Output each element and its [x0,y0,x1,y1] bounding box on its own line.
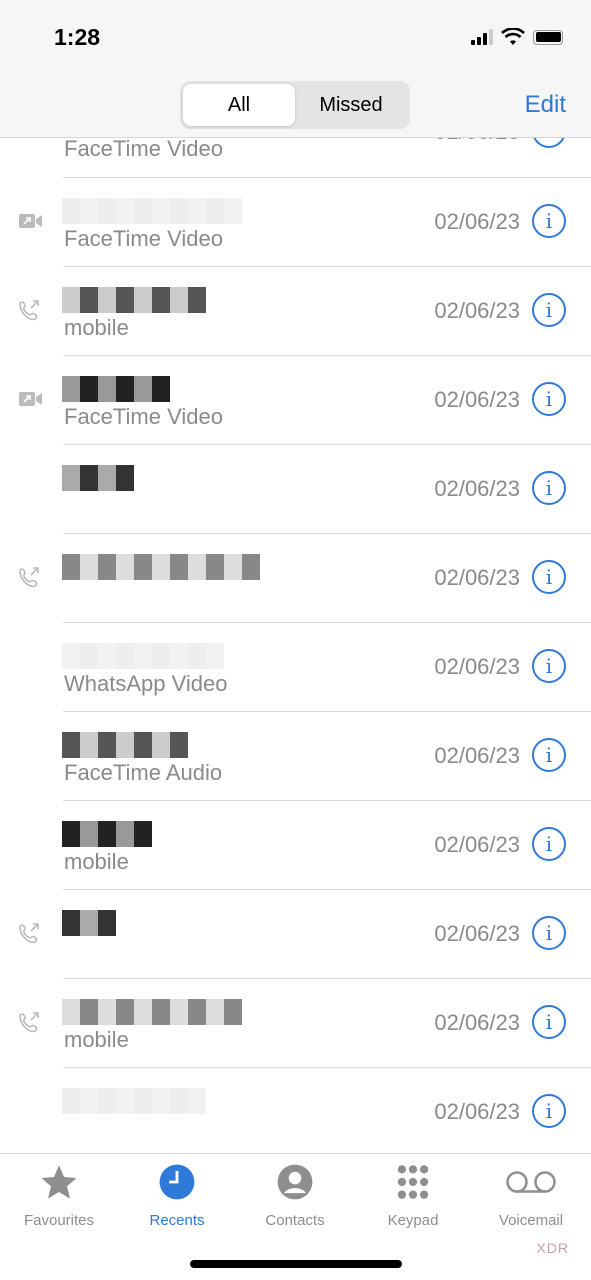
tab-label: Keypad [387,1212,439,1229]
info-button[interactable]: i [532,827,566,861]
call-type: mobile [64,849,129,874]
header: 1:28 All Missed Edit [0,0,591,138]
phone-outgoing-icon [19,300,39,321]
call-date: 02/06/23 [434,476,520,501]
info-button[interactable]: i [532,382,566,416]
contact-name-redacted [62,198,242,224]
call-date: 02/06/23 [434,832,520,857]
tab-label: Voicemail [498,1212,564,1229]
call-row[interactable]: WhatsApp Video 02/06/23 i [0,623,591,712]
call-row[interactable]: 02/06/23 i [0,534,591,623]
contact-name-redacted [62,1088,206,1114]
video-outgoing-icon [19,214,42,228]
tab-contacts[interactable]: Contacts [236,1162,354,1229]
info-button[interactable]: i [532,471,566,505]
phone-outgoing-icon [19,567,39,588]
tab-voicemail[interactable]: Voicemail [472,1162,590,1229]
call-date: 02/06/23 [434,654,520,679]
voicemail-icon [506,1171,556,1193]
info-button[interactable]: i [532,1094,566,1128]
call-row[interactable]: mobile 02/06/23 i [0,979,591,1068]
star-icon [41,1165,77,1199]
tab-label: Favourites [23,1212,95,1229]
info-button[interactable]: i [532,738,566,772]
call-type: mobile [64,315,129,340]
segment-all[interactable]: All [183,84,295,126]
call-date: 02/06/23 [434,565,520,590]
tab-favourites[interactable]: Favourites [0,1162,118,1229]
phone-outgoing-icon [19,1012,39,1033]
status-time: 1:28 [54,24,101,50]
contact-name-redacted [62,999,242,1025]
call-row[interactable]: 02/06/23 i [0,445,591,534]
call-type: FaceTime Audio [64,760,223,785]
status-icons [471,28,563,46]
call-type: FaceTime Video [64,226,223,251]
info-button[interactable]: i [532,204,566,238]
tab-keypad[interactable]: Keypad [354,1162,472,1229]
watermark-logo: XDR [536,1240,569,1256]
home-indicator[interactable] [190,1260,402,1268]
call-row[interactable]: mobile 02/06/23 i [0,267,591,356]
call-row[interactable]: mobile 02/06/23 i [0,801,591,890]
call-type: mobile [64,1027,129,1052]
filter-segmented-control[interactable]: All Missed [180,81,410,129]
wifi-icon [501,28,525,45]
info-button[interactable]: i [532,560,566,594]
video-outgoing-icon [19,392,42,406]
call-row[interactable]: 02/06/23 i [0,890,591,979]
recents-list[interactable]: FaceTime Video 02/06/23 i FaceTime Video 02/… [0,88,591,1157]
call-row[interactable]: FaceTime Video 02/06/23 i [0,356,591,445]
call-row[interactable]: 02/06/23 i [0,1068,591,1157]
segment-missed[interactable]: Missed [295,84,407,126]
keypad-icon [397,1165,429,1199]
call-type: FaceTime Video [64,136,223,161]
call-date: 02/06/23 [434,209,520,234]
contact-name-redacted [62,821,152,847]
contact-name-redacted [62,465,134,491]
signal-icon [471,29,493,45]
info-button[interactable]: i [532,293,566,327]
call-date: 02/06/23 [434,743,520,768]
tab-label: Contacts [265,1212,325,1229]
call-type: FaceTime Video [64,404,223,429]
info-button[interactable]: i [532,916,566,950]
call-date: 02/06/23 [434,1099,520,1124]
contact-name-redacted [62,732,188,758]
contact-name-redacted [62,554,260,580]
call-row[interactable]: FaceTime Video 02/06/23 i [0,178,591,267]
contact-name-redacted [62,287,206,313]
call-date: 02/06/23 [434,298,520,323]
tab-recents[interactable]: Recents [118,1162,236,1229]
contact-name-redacted [62,643,224,669]
call-type: WhatsApp Video [64,671,228,696]
call-date: 02/06/23 [434,921,520,946]
contact-name-redacted [62,376,170,402]
call-date: 02/06/23 [434,387,520,412]
clock-icon [159,1164,195,1200]
phone-outgoing-icon [19,923,39,944]
call-row[interactable]: FaceTime Audio 02/06/23 i [0,712,591,801]
info-button[interactable]: i [532,1005,566,1039]
battery-icon [533,29,563,45]
call-date: 02/06/23 [434,1010,520,1035]
person-icon [277,1164,313,1200]
info-button[interactable]: i [532,649,566,683]
tab-label: Recents [149,1212,205,1229]
contact-name-redacted [62,910,116,936]
edit-button[interactable]: Edit [525,91,566,119]
